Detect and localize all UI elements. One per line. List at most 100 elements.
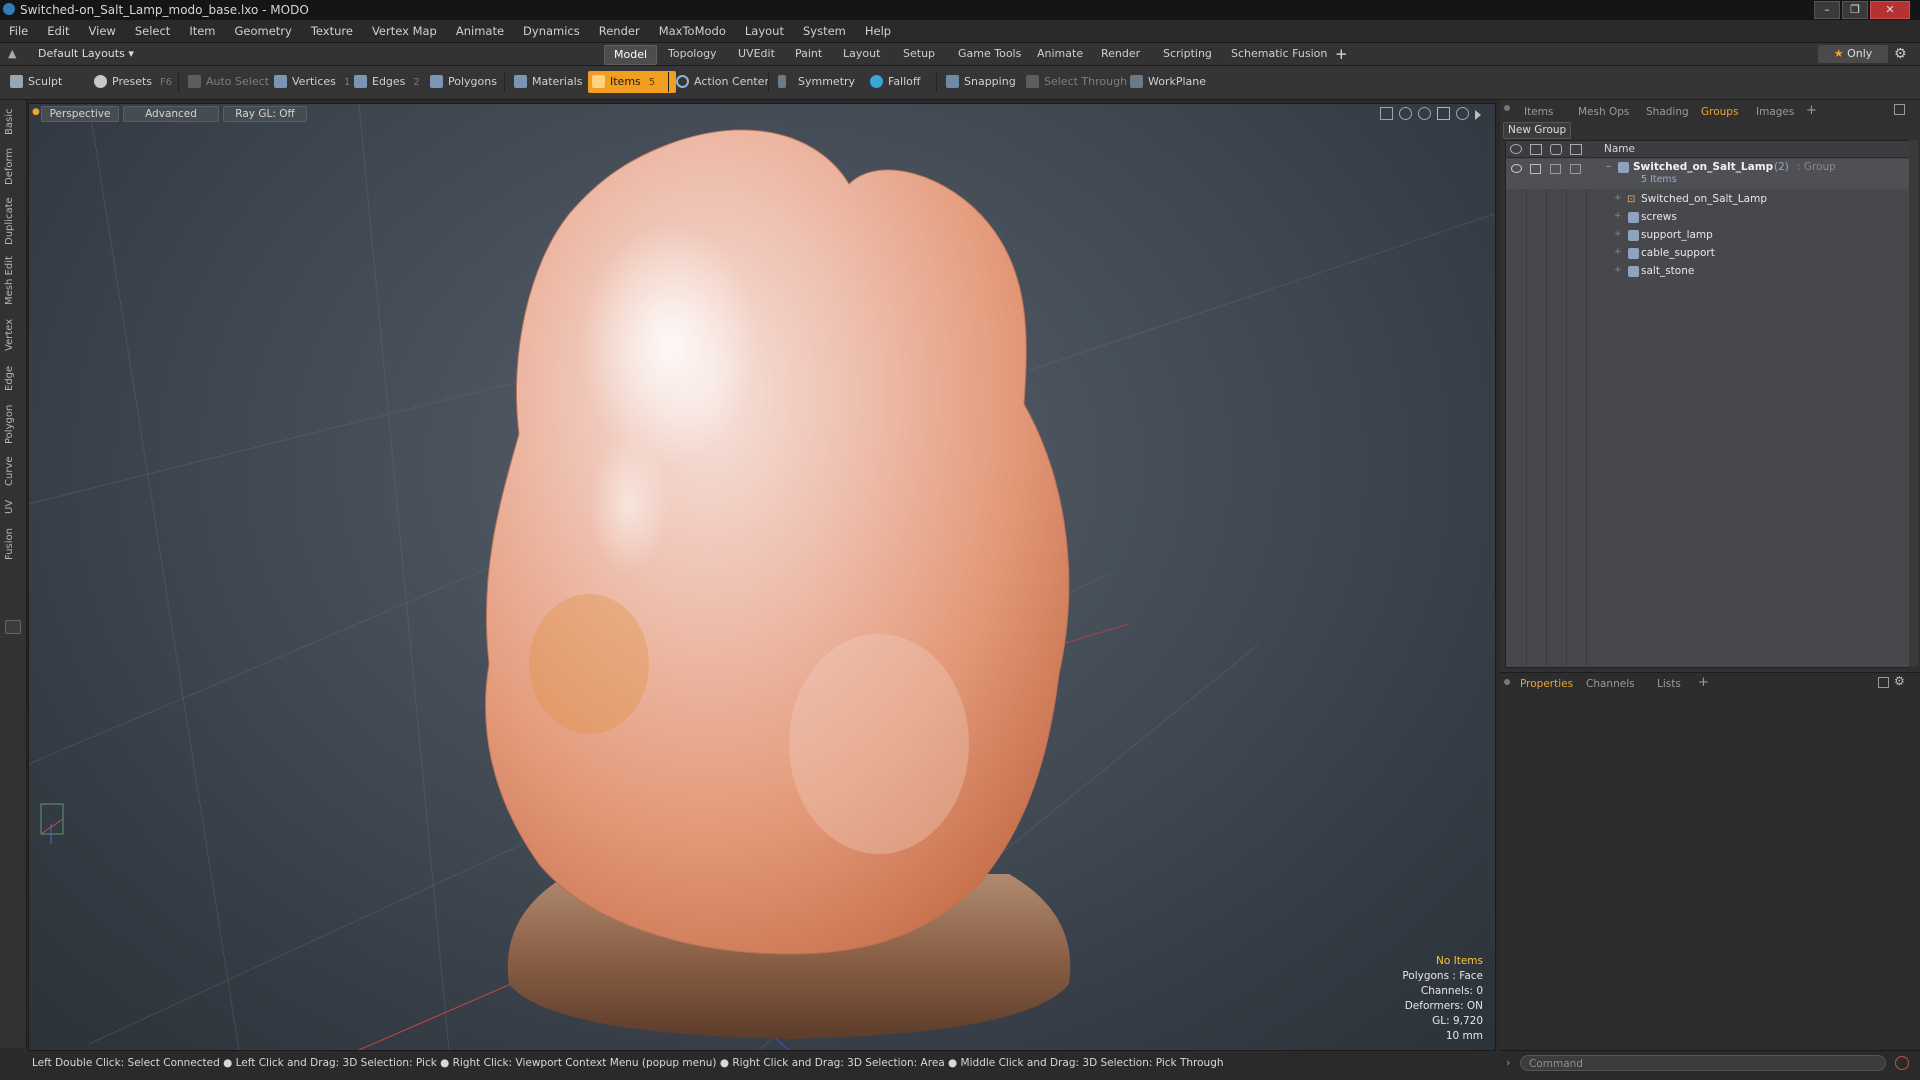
rotate-view-icon[interactable]: [1399, 107, 1412, 120]
move-view-icon[interactable]: [1380, 107, 1393, 120]
properties-menu-icon[interactable]: [1504, 679, 1510, 685]
vtab-vertex[interactable]: Vertex: [4, 316, 22, 354]
vtab-fusion[interactable]: Fusion: [4, 526, 22, 562]
tab-items[interactable]: Items: [1524, 104, 1553, 120]
vertices-button[interactable]: Vertices 1: [270, 71, 356, 93]
gear-icon[interactable]: ⚙: [1894, 46, 1907, 62]
tab-shading[interactable]: Shading: [1646, 104, 1689, 120]
materials-button[interactable]: Materials: [510, 71, 588, 93]
render-toggle-icon[interactable]: [1530, 164, 1541, 174]
expand-icon[interactable]: +: [1614, 211, 1622, 221]
vtab-mesh-edit[interactable]: Mesh Edit: [4, 256, 22, 306]
menu-help[interactable]: Help: [856, 20, 901, 42]
list-item[interactable]: + screws: [1506, 209, 1909, 227]
vtab-curve[interactable]: Curve: [4, 454, 22, 488]
command-input[interactable]: Command: [1520, 1055, 1886, 1071]
list-item[interactable]: + salt_stone: [1506, 263, 1909, 281]
tab-images[interactable]: Images: [1756, 104, 1794, 120]
menu-animate[interactable]: Animate: [447, 20, 514, 42]
minimize-button[interactable]: –: [1814, 1, 1840, 19]
menu-dynamics[interactable]: Dynamics: [514, 20, 590, 42]
palette-toggle-icon[interactable]: [5, 620, 21, 634]
properties-expand-icon[interactable]: [1878, 677, 1889, 688]
action-center-button[interactable]: Action Center: [672, 71, 775, 93]
menu-edit[interactable]: Edit: [38, 20, 79, 42]
restore-button[interactable]: ❐: [1842, 1, 1868, 19]
items-button[interactable]: Items 5: [588, 71, 676, 93]
raygl-dropdown[interactable]: Ray GL: Off: [223, 106, 307, 122]
fit-view-icon[interactable]: [1437, 107, 1450, 120]
menu-texture[interactable]: Texture: [302, 20, 363, 42]
close-button[interactable]: ✕: [1870, 1, 1910, 19]
command-stop-icon[interactable]: [1895, 1056, 1909, 1070]
zoom-view-icon[interactable]: [1418, 107, 1431, 120]
tab-layout[interactable]: Layout: [834, 45, 889, 63]
command-history-icon[interactable]: ›: [1506, 1056, 1510, 1069]
expand-arrow-icon[interactable]: [1475, 110, 1481, 120]
new-group-button[interactable]: New Group: [1503, 122, 1572, 139]
workplane-button[interactable]: WorkPlane: [1126, 71, 1212, 93]
add-tab-icon[interactable]: +: [1335, 45, 1348, 63]
tab-schematic-fusion[interactable]: Schematic Fusion: [1222, 45, 1336, 63]
tab-model[interactable]: Model: [604, 45, 658, 65]
vtab-duplicate[interactable]: Duplicate: [4, 196, 22, 246]
lock-toggle-icon[interactable]: [1550, 164, 1561, 174]
vtab-basic[interactable]: Basic: [4, 106, 22, 138]
menu-geometry[interactable]: Geometry: [226, 20, 302, 42]
only-toggle[interactable]: ★ Only: [1818, 45, 1888, 63]
presets-button[interactable]: Presets F6: [90, 71, 178, 93]
tab-lists[interactable]: Lists: [1657, 676, 1681, 692]
layout-toggle-icon[interactable]: ▲: [8, 47, 16, 60]
select-through-button[interactable]: Select Through: [1022, 71, 1133, 93]
menu-select[interactable]: Select: [126, 20, 180, 42]
tab-game-tools[interactable]: Game Tools: [949, 45, 1030, 63]
default-layouts-dropdown[interactable]: Default Layouts ▾: [38, 47, 134, 60]
list-item[interactable]: + support_lamp: [1506, 227, 1909, 245]
add-properties-tab-icon[interactable]: +: [1698, 675, 1709, 691]
lamp-salt-stone[interactable]: [485, 129, 1070, 955]
tab-setup[interactable]: Setup: [894, 45, 944, 63]
menu-item[interactable]: Item: [180, 20, 225, 42]
tab-topology[interactable]: Topology: [659, 45, 726, 63]
list-item[interactable]: + cable_support: [1506, 245, 1909, 263]
properties-gear-icon[interactable]: ⚙: [1894, 674, 1905, 688]
collapse-icon[interactable]: –: [1606, 161, 1611, 172]
menu-file[interactable]: File: [0, 20, 38, 42]
expand-icon[interactable]: +: [1614, 247, 1622, 257]
groups-scrollbar[interactable]: [1909, 140, 1918, 666]
tab-channels[interactable]: Channels: [1586, 676, 1635, 692]
select-toggle-icon[interactable]: [1570, 164, 1581, 174]
menu-layout[interactable]: Layout: [736, 20, 794, 42]
tab-mesh-ops[interactable]: Mesh Ops: [1578, 104, 1629, 120]
edges-button[interactable]: Edges 2: [350, 71, 426, 93]
expand-icon[interactable]: +: [1614, 193, 1622, 203]
tab-properties[interactable]: Properties: [1520, 676, 1573, 692]
eye-icon[interactable]: [1511, 164, 1522, 173]
expand-icon[interactable]: +: [1614, 229, 1622, 239]
tab-paint[interactable]: Paint: [786, 45, 831, 63]
list-item[interactable]: + ⊡ Switched_on_Salt_Lamp: [1506, 191, 1909, 209]
expand-icon[interactable]: +: [1614, 265, 1622, 275]
menu-render[interactable]: Render: [590, 20, 650, 42]
menu-maxtomodo[interactable]: MaxToModo: [650, 20, 736, 42]
vtab-edge[interactable]: Edge: [4, 362, 22, 394]
auto-select-button[interactable]: Auto Select: [184, 71, 275, 93]
tab-animate[interactable]: Animate: [1028, 45, 1092, 63]
tab-groups[interactable]: Groups: [1701, 104, 1738, 120]
sculpt-button[interactable]: Sculpt: [6, 71, 88, 93]
menu-view[interactable]: View: [80, 20, 126, 42]
vtab-uv[interactable]: UV: [4, 496, 22, 518]
tab-scripting[interactable]: Scripting: [1154, 45, 1221, 63]
panel-menu-icon[interactable]: [1504, 105, 1510, 111]
falloff-button[interactable]: Falloff: [866, 71, 926, 93]
menu-vertex-map[interactable]: Vertex Map: [363, 20, 447, 42]
polygons-button[interactable]: Polygons: [426, 71, 503, 93]
advanced-dropdown[interactable]: Advanced: [123, 106, 219, 122]
tab-render[interactable]: Render: [1092, 45, 1149, 63]
perspective-dropdown[interactable]: Perspective: [41, 106, 119, 122]
3d-viewport[interactable]: ● Perspective Advanced Ray GL: Off No It…: [28, 103, 1496, 1051]
salt-lamp-model[interactable]: [485, 129, 1071, 1039]
group-row[interactable]: – Switched_on_Salt_Lamp (2) : Group 5 It…: [1506, 159, 1909, 189]
panel-expand-icon[interactable]: [1894, 104, 1905, 115]
viewport-settings-icon[interactable]: [1456, 107, 1469, 120]
